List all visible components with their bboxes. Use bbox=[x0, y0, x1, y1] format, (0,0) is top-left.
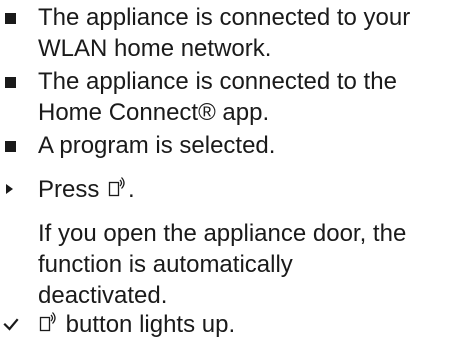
prerequisite-item: A program is selected. bbox=[0, 130, 464, 161]
square-bullet-icon bbox=[0, 130, 26, 161]
triangle-step-icon bbox=[0, 174, 26, 205]
step-item: Press . bbox=[0, 174, 464, 205]
result-item: button lights up. bbox=[0, 309, 464, 340]
text-line: WLAN home network. bbox=[38, 35, 272, 62]
prerequisite-item: The appliance is connected to the Home C… bbox=[0, 66, 464, 128]
prerequisite-text: The appliance is connected to your WLAN … bbox=[38, 2, 464, 64]
remote-start-icon bbox=[39, 312, 56, 332]
text-line: A program is selected. bbox=[38, 132, 276, 159]
text-line: If you open the appliance door, the bbox=[38, 220, 407, 247]
text-line: The appliance is connected to your bbox=[38, 4, 411, 31]
text-line: Home Connect® app. bbox=[38, 99, 270, 126]
prerequisite-text: The appliance is connected to the Home C… bbox=[38, 66, 464, 128]
square-bullet-icon bbox=[0, 66, 26, 97]
result-text: button lights up. bbox=[38, 309, 464, 340]
step-note: If you open the appliance door, the func… bbox=[0, 218, 464, 311]
text-line: The appliance is connected to the bbox=[38, 68, 397, 95]
check-icon bbox=[0, 309, 26, 340]
prerequisite-text: A program is selected. bbox=[38, 130, 464, 161]
step-text: Press . bbox=[38, 174, 464, 205]
prerequisite-item: The appliance is connected to your WLAN … bbox=[0, 2, 464, 64]
step-text-after: . bbox=[128, 176, 135, 203]
square-bullet-icon bbox=[0, 2, 26, 33]
step-text-before: Press bbox=[38, 176, 107, 203]
result-label: button lights up. bbox=[59, 311, 236, 338]
text-line: deactivated. bbox=[38, 282, 168, 309]
note-text: If you open the appliance door, the func… bbox=[38, 218, 464, 311]
text-line: function is automatically bbox=[38, 251, 293, 278]
remote-start-icon bbox=[108, 177, 125, 197]
